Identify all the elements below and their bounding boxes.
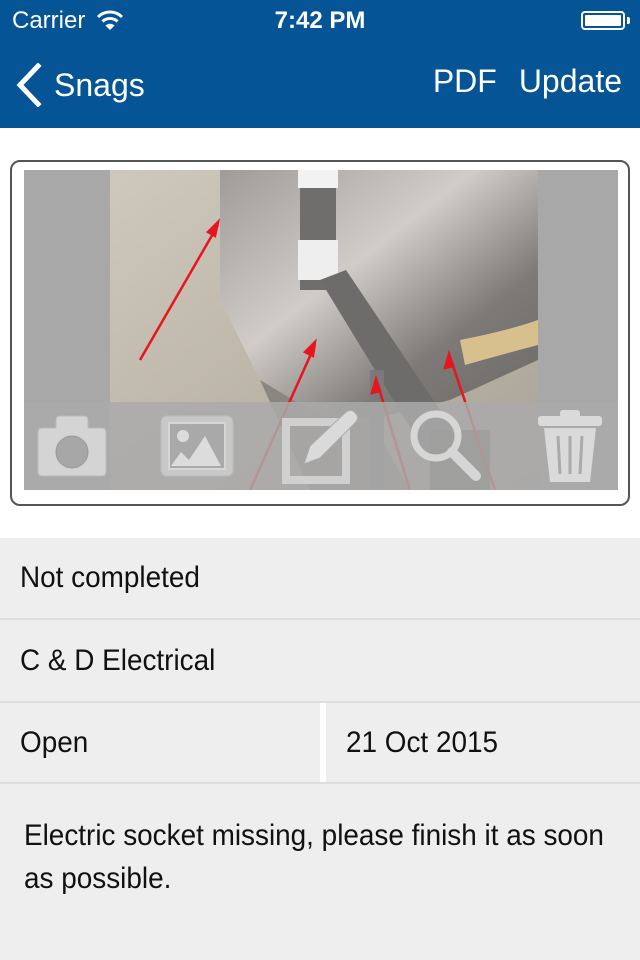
description-field[interactable]: Electric socket missing, please finish i… xyxy=(0,784,640,960)
chevron-left-icon xyxy=(16,63,42,107)
state-row[interactable]: Open xyxy=(0,703,320,782)
trash-icon xyxy=(538,410,602,482)
photo-area xyxy=(24,170,618,490)
gallery-button[interactable] xyxy=(157,408,237,484)
contractor-row[interactable]: C & D Electrical xyxy=(0,620,640,701)
snag-state: Open xyxy=(20,725,89,759)
completion-status: Not completed xyxy=(20,561,200,594)
clock: 7:42 PM xyxy=(274,7,366,34)
description-text: Electric socket missing, please finish i… xyxy=(24,819,604,895)
pdf-button[interactable]: PDF xyxy=(433,63,497,100)
header: Carrier 7:42 PM Snags PDF Update xyxy=(0,0,640,128)
camera-button[interactable] xyxy=(32,408,112,484)
snag-date: 21 Oct 2015 xyxy=(346,725,499,759)
magnifier-icon xyxy=(410,410,481,481)
nav-actions: PDF Update xyxy=(433,63,622,100)
battery-tip xyxy=(627,17,630,24)
back-label: Snags xyxy=(54,66,145,103)
image-icon xyxy=(160,415,234,477)
zoom-button[interactable] xyxy=(406,408,486,484)
battery-icon xyxy=(581,11,625,30)
delete-button[interactable] xyxy=(530,408,610,484)
completion-status-row[interactable]: Not completed xyxy=(0,538,640,618)
camera-icon xyxy=(37,415,107,477)
back-button[interactable]: Snags xyxy=(14,60,145,110)
photo-card xyxy=(10,160,630,506)
annotate-button[interactable] xyxy=(282,408,362,484)
contractor: C & D Electrical xyxy=(20,643,216,677)
date-row[interactable]: 21 Oct 2015 xyxy=(326,703,640,782)
update-button[interactable]: Update xyxy=(519,63,622,100)
status-bar: Carrier 7:42 PM xyxy=(0,0,640,40)
photo-toolbar xyxy=(24,402,618,490)
edit-icon xyxy=(282,409,359,484)
